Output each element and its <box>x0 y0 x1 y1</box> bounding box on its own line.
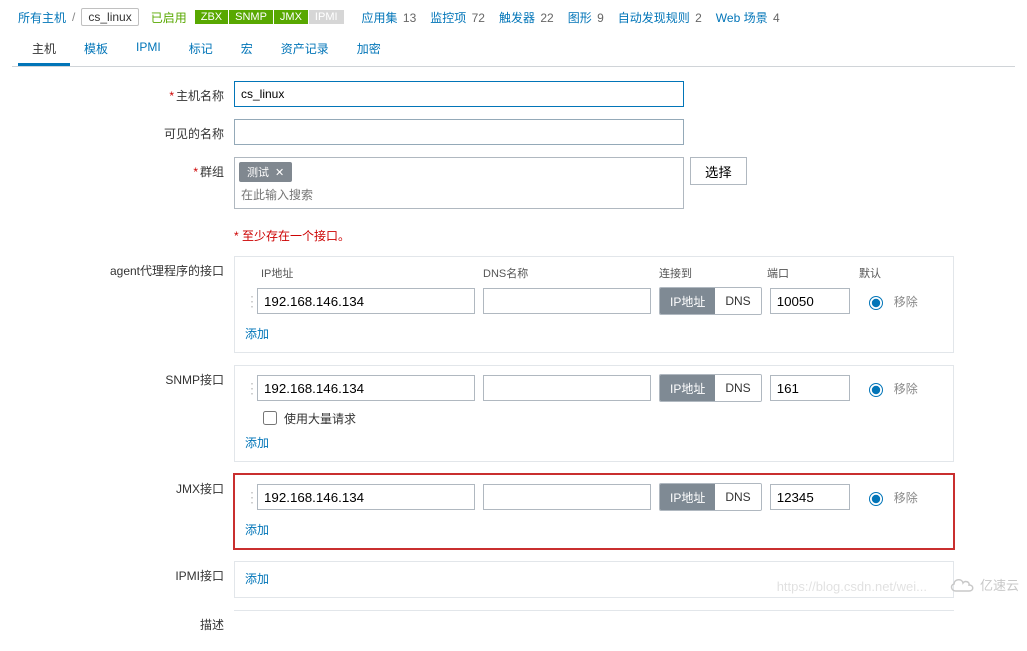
snmp-add-link[interactable]: 添加 <box>245 434 269 451</box>
tab-tags[interactable]: 标记 <box>175 34 227 66</box>
tab-inventory[interactable]: 资产记录 <box>267 34 343 66</box>
ipmi-add-link[interactable]: 添加 <box>245 570 269 587</box>
snmp-bulk-checkbox[interactable] <box>263 411 277 425</box>
breadcrumb-separator: / <box>72 10 75 24</box>
status-enabled: 已启用 <box>151 9 187 26</box>
hostname-input[interactable] <box>234 81 684 107</box>
col-default: 默认 <box>859 265 929 281</box>
tag-ipmi: IPMI <box>308 10 344 24</box>
availability-tags: ZBX SNMP JMX IPMI <box>195 10 344 24</box>
tab-templates[interactable]: 模板 <box>70 34 122 66</box>
label-visible-name: 可见的名称 <box>12 119 234 142</box>
col-port: 端口 <box>767 265 859 281</box>
tag-snmp: SNMP <box>228 10 273 24</box>
cloud-icon <box>948 576 976 594</box>
agent-port-input[interactable] <box>770 288 850 314</box>
snmp-remove-link[interactable]: 移除 <box>894 380 918 397</box>
groups-search-input[interactable] <box>239 186 679 204</box>
entity-counts: 应用集 13 监控项 72 触发器 22 图形 9 自动发现规则 2 Web 场… <box>362 9 780 26</box>
agent-conn-dns-button[interactable]: DNS <box>715 288 760 314</box>
jmx-interface-row: ⋮⋮ IP地址 DNS 移除 <box>245 483 943 511</box>
label-hostname: *主机名称 <box>12 81 234 104</box>
tab-ipmi[interactable]: IPMI <box>122 34 175 66</box>
groups-multiselect[interactable]: 测试 ✕ <box>234 157 684 209</box>
snmp-conn-dns-button[interactable]: DNS <box>715 375 760 401</box>
host-header: 所有主机 / cs_linux 已启用 ZBX SNMP JMX IPMI 应用… <box>12 6 1015 34</box>
link-triggers[interactable]: 触发器 <box>499 11 535 25</box>
snmp-bulk-label: 使用大量请求 <box>284 410 356 427</box>
agent-conn-ip-button[interactable]: IP地址 <box>660 288 715 314</box>
agent-interface-row: ⋮⋮ IP地址 DNS 移除 <box>245 287 943 315</box>
label-jmx-interface: JMX接口 <box>12 474 234 497</box>
label-groups: *群组 <box>12 157 234 180</box>
tab-macros[interactable]: 宏 <box>227 34 267 66</box>
col-dns: DNS名称 <box>483 265 659 281</box>
agent-interface-block: IP地址 DNS名称 连接到 端口 默认 ⋮⋮ IP地址 DNS <box>234 256 954 353</box>
link-web[interactable]: Web 场景 <box>716 11 768 25</box>
watermark-url: https://blog.csdn.net/wei... <box>777 579 927 594</box>
snmp-ip-input[interactable] <box>257 375 475 401</box>
link-graphs[interactable]: 图形 <box>568 11 592 25</box>
tag-jmx: JMX <box>273 10 308 24</box>
agent-ip-input[interactable] <box>257 288 475 314</box>
visible-name-input[interactable] <box>234 119 684 145</box>
tab-host[interactable]: 主机 <box>18 34 70 66</box>
drag-handle-icon[interactable]: ⋮⋮ <box>245 489 257 506</box>
form-tabs: 主机 模板 IPMI 标记 宏 资产记录 加密 <box>12 34 1015 67</box>
label-description: 描述 <box>12 610 234 633</box>
group-tag-label: 测试 <box>247 164 269 180</box>
snmp-conn-ip-button[interactable]: IP地址 <box>660 375 715 401</box>
snmp-dns-input[interactable] <box>483 375 651 401</box>
jmx-default-radio[interactable] <box>869 492 883 506</box>
breadcrumb-current: cs_linux <box>81 8 138 26</box>
label-agent-interface: agent代理程序的接口 <box>12 256 234 279</box>
tag-zbx: ZBX <box>195 10 228 24</box>
col-conn: 连接到 <box>659 265 767 281</box>
drag-handle-icon[interactable]: ⋮⋮ <box>245 380 257 397</box>
jmx-add-link[interactable]: 添加 <box>245 521 269 538</box>
drag-handle-icon[interactable]: ⋮⋮ <box>245 293 257 310</box>
snmp-interface-row: ⋮⋮ IP地址 DNS 移除 <box>245 374 943 402</box>
agent-default-radio[interactable] <box>869 296 883 310</box>
breadcrumb-all-hosts[interactable]: 所有主机 <box>18 9 66 26</box>
agent-dns-input[interactable] <box>483 288 651 314</box>
jmx-port-input[interactable] <box>770 484 850 510</box>
watermark-brand: 亿速云 <box>948 575 1019 594</box>
jmx-conn-ip-button[interactable]: IP地址 <box>660 484 715 510</box>
link-applications[interactable]: 应用集 <box>362 11 398 25</box>
interface-hint: * 至少存在一个接口。 <box>234 227 1015 244</box>
group-tag-remove-icon[interactable]: ✕ <box>275 166 284 179</box>
jmx-remove-link[interactable]: 移除 <box>894 489 918 506</box>
jmx-conn-dns-button[interactable]: DNS <box>715 484 760 510</box>
link-discovery[interactable]: 自动发现规则 <box>618 11 690 25</box>
agent-add-link[interactable]: 添加 <box>245 325 269 342</box>
snmp-port-input[interactable] <box>770 375 850 401</box>
snmp-default-radio[interactable] <box>869 383 883 397</box>
jmx-interface-block: ⋮⋮ IP地址 DNS 移除 添加 <box>234 474 954 549</box>
label-snmp-interface: SNMP接口 <box>12 365 234 388</box>
jmx-dns-input[interactable] <box>483 484 651 510</box>
group-tag[interactable]: 测试 ✕ <box>239 162 292 182</box>
groups-select-button[interactable]: 选择 <box>690 157 747 185</box>
agent-remove-link[interactable]: 移除 <box>894 293 918 310</box>
col-ip: IP地址 <box>257 265 483 281</box>
jmx-ip-input[interactable] <box>257 484 475 510</box>
link-items[interactable]: 监控项 <box>430 11 466 25</box>
label-ipmi-interface: IPMI接口 <box>12 561 234 584</box>
snmp-interface-block: ⋮⋮ IP地址 DNS 移除 使用大量请求 添加 <box>234 365 954 462</box>
tab-encryption[interactable]: 加密 <box>343 34 395 66</box>
